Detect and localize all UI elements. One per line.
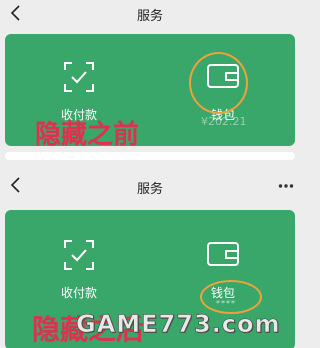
nav-bar: 服务 [0,0,300,30]
screenshot-after-hiding: 服务 收付款 钱包 **** 隐藏之后 GAME773.com [0,172,300,348]
page-title: 服务 [136,182,163,197]
wallet-icon [207,242,239,266]
page-title: 服务 [136,9,163,24]
highlight-circle [200,280,262,314]
pay-receive-button[interactable]: 收付款 [39,236,119,306]
card-divider [5,152,295,160]
wallet-balance: ¥202.21 [201,115,247,128]
more-icon[interactable] [278,183,294,189]
annotation-before: 隐藏之前 [35,120,140,150]
screenshot-before-hiding: 服务 收付款 钱包 ¥202.21 隐藏之前 [0,0,300,172]
nav-bar: 服务 [0,172,300,202]
watermark: GAME773.com [76,310,281,339]
scan-pay-icon [64,62,94,92]
scan-pay-icon [64,240,94,270]
highlight-circle [189,52,248,114]
pay-receive-label: 收付款 [60,286,97,300]
